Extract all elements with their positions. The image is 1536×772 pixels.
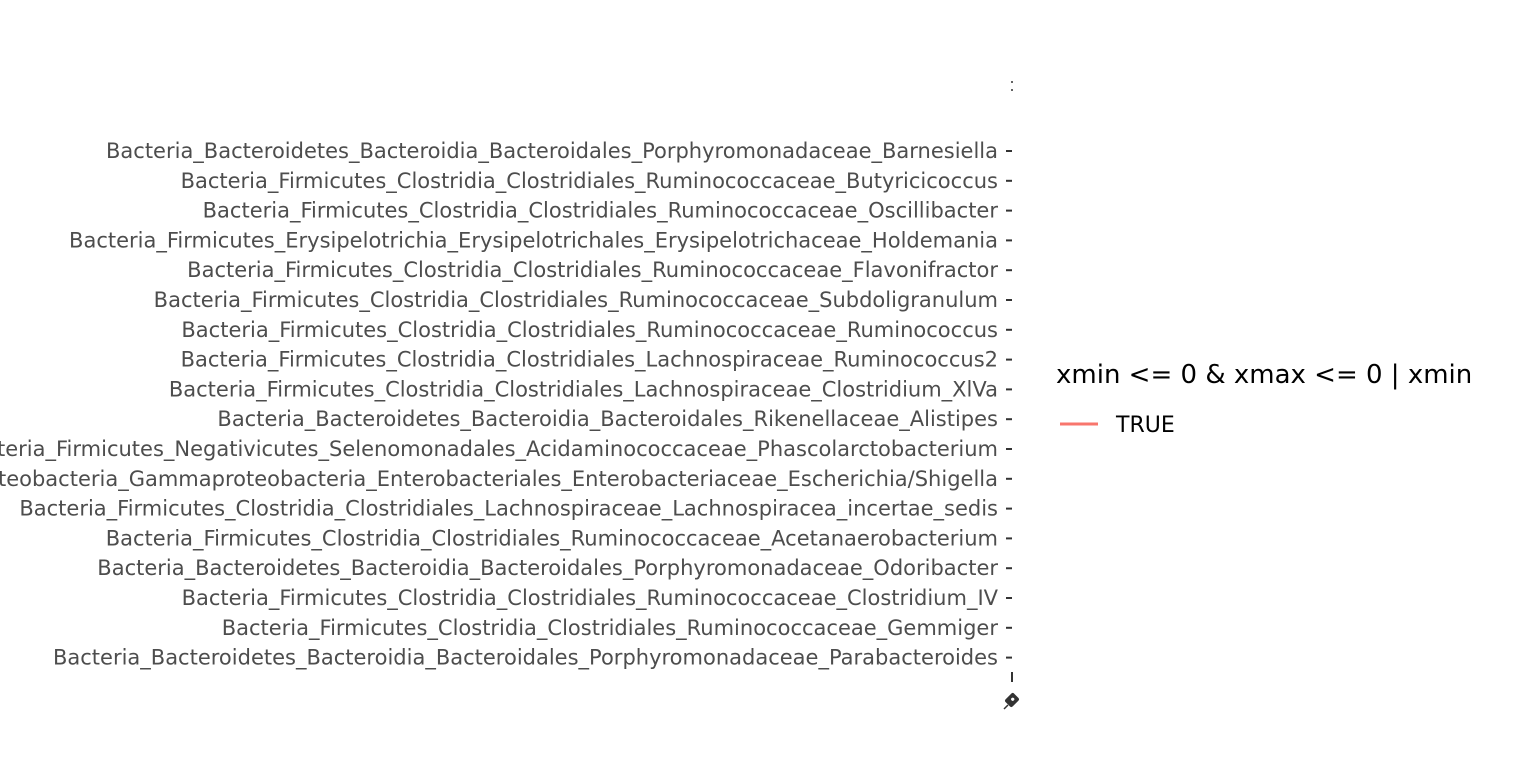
axis-top-dot (1011, 89, 1013, 91)
axis-top-dot (1011, 81, 1013, 83)
y-tick-label: Bacteria_Firmicutes_Clostridia_Clostridi… (222, 616, 999, 641)
y-tick-label: Bacteria_Firmicutes_Clostridia_Clostridi… (19, 497, 998, 522)
y-tick-label: Bacteria_Firmicutes_Clostridia_Clostridi… (181, 318, 998, 343)
y-tick-label: Bacteria_Bacteroidetes_Bacteroidia_Bacte… (53, 646, 998, 671)
y-tick-label: Bacteria_Firmicutes_Erysipelotrichia_Ery… (69, 228, 998, 253)
y-tick-label: Bacteria_Bacteroidetes_Bacteroidia_Bacte… (106, 139, 998, 164)
y-tick-label: Bacteria_Proteobacteria_Gammaproteobacte… (0, 467, 998, 492)
legend-label: TRUE (1115, 413, 1175, 438)
y-axis: Bacteria_Bacteroidetes_Bacteroidia_Bacte… (0, 139, 1012, 671)
point-marker-stem (1003, 704, 1009, 710)
chart: Bacteria_Bacteroidetes_Bacteroidia_Bacte… (0, 0, 1536, 768)
y-tick-label: Bacteria_Firmicutes_Clostridia_Clostridi… (187, 258, 998, 283)
legend: xmin <= 0 & xmax <= 0 | xmin TRUE (1056, 360, 1472, 438)
y-tick-label: Bacteria_Firmicutes_Clostridia_Clostridi… (181, 348, 998, 373)
y-tick-label: Bacteria_Firmicutes_Negativicutes_Seleno… (0, 437, 998, 462)
y-tick-label: Bacteria_Firmicutes_Clostridia_Clostridi… (203, 199, 999, 224)
y-tick-label: Bacteria_Firmicutes_Clostridia_Clostridi… (181, 169, 998, 194)
y-tick-label: Bacteria_Firmicutes_Clostridia_Clostridi… (182, 586, 999, 611)
axis-glyphs (1003, 81, 1019, 710)
y-tick-label: Bacteria_Firmicutes_Clostridia_Clostridi… (169, 377, 998, 402)
legend-title: xmin <= 0 & xmax <= 0 | xmin (1056, 360, 1472, 390)
y-tick-label: Bacteria_Firmicutes_Clostridia_Clostridi… (154, 288, 998, 313)
chart-svg: Bacteria_Bacteroidetes_Bacteroidia_Bacte… (0, 81, 1472, 710)
y-tick-label: Bacteria_Bacteroidetes_Bacteroidia_Bacte… (97, 556, 998, 581)
y-tick-label: Bacteria_Firmicutes_Clostridia_Clostridi… (106, 526, 998, 551)
y-tick-label: Bacteria_Bacteroidetes_Bacteroidia_Bacte… (217, 407, 998, 432)
